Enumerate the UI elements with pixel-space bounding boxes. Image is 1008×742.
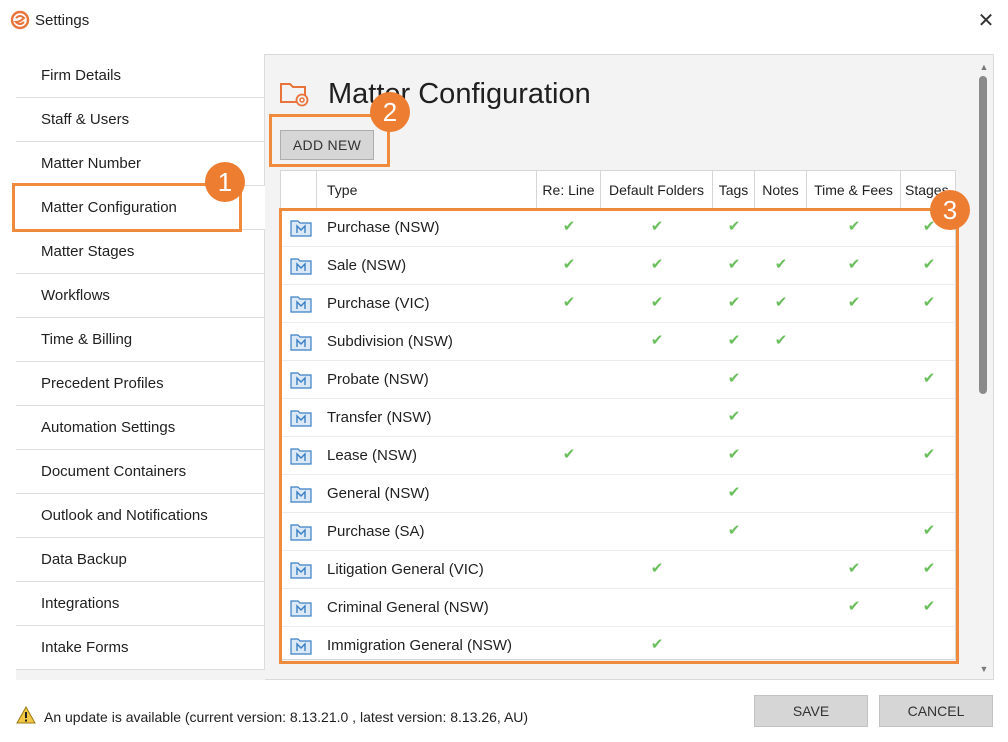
sidebar-item-intake-forms[interactable]: Intake Forms — [16, 626, 265, 670]
annotation-badge-1: 1 — [205, 162, 245, 202]
page-title: Matter Configuration — [328, 78, 591, 110]
sidebar: Firm Details Staff & Users Matter Number Ma… — [16, 54, 265, 680]
scrollbar-thumb[interactable] — [979, 76, 987, 394]
annotation-badge-3: 3 — [930, 190, 970, 230]
column-header-icon — [281, 171, 317, 209]
sidebar-item-time-billing[interactable]: Time & Billing — [16, 318, 265, 362]
column-header-type[interactable]: Type — [317, 171, 537, 209]
app-logo-icon — [10, 10, 30, 30]
column-header-time-fees[interactable]: Time & Fees — [807, 171, 901, 209]
table-header: Type Re: Line Default Folders Tags Notes… — [281, 171, 955, 209]
scroll-down-icon[interactable]: ▼ — [979, 664, 989, 674]
annotation-badge-2: 2 — [370, 92, 410, 132]
sidebar-item-staff-users[interactable]: Staff & Users — [16, 98, 265, 142]
annotation-box-3 — [279, 208, 959, 664]
sidebar-item-outlook-and-notifications[interactable]: Outlook and Notifications — [16, 494, 265, 538]
sidebar-item-data-backup[interactable]: Data Backup — [16, 538, 265, 582]
warning-icon — [16, 706, 36, 724]
sidebar-item-workflows[interactable]: Workflows — [16, 274, 265, 318]
close-icon[interactable]: ✕ — [972, 7, 1000, 35]
sidebar-item-precedent-profiles[interactable]: Precedent Profiles — [16, 362, 265, 406]
sidebar-item-matter-stages[interactable]: Matter Stages — [16, 230, 265, 274]
sidebar-item-integrations[interactable]: Integrations — [16, 582, 265, 626]
column-header-re-line[interactable]: Re: Line — [537, 171, 601, 209]
column-header-default-folders[interactable]: Default Folders — [601, 171, 713, 209]
update-message: An update is available (current version:… — [44, 709, 529, 725]
window-title: Settings — [35, 12, 90, 29]
column-header-notes[interactable]: Notes — [755, 171, 807, 209]
column-header-tags[interactable]: Tags — [713, 171, 755, 209]
sidebar-item-firm-details[interactable]: Firm Details — [16, 54, 265, 98]
sidebar-item-automation-settings[interactable]: Automation Settings — [16, 406, 265, 450]
save-button[interactable]: SAVE — [754, 695, 868, 727]
scroll-up-icon[interactable]: ▲ — [979, 62, 989, 72]
sidebar-item-document-containers[interactable]: Document Containers — [16, 450, 265, 494]
folder-settings-icon — [280, 83, 309, 107]
cancel-button[interactable]: CANCEL — [879, 695, 993, 727]
title-bar: Settings ✕ — [0, 0, 1008, 44]
